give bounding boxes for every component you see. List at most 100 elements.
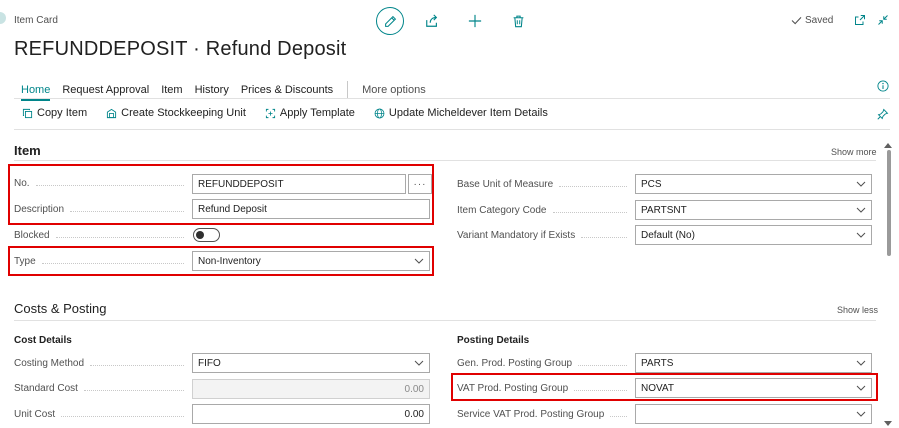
leader-dots [610,416,627,417]
leader-dots [55,237,184,238]
variant-value: Default (No) [641,229,695,241]
unit-cost-label-row: Unit Cost [14,409,190,420]
gen-prod-label: Gen. Prod. Posting Group [457,358,573,369]
share-icon [426,14,438,27]
copy-item-label: Copy Item [37,107,88,119]
category-label: Item Category Code [457,205,547,216]
chevron-down-icon [856,360,866,366]
category-value: PARTSNT [641,204,687,216]
costing-method-select[interactable]: FIFO [192,353,430,373]
page-title: REFUNDDEPOSIT · Refund Deposit [14,38,347,60]
highlight-no-description [8,164,434,225]
leader-dots [559,186,627,187]
item-section-separator [14,160,876,161]
warehouse-icon [107,108,117,118]
apply-template-label: Apply Template [279,107,355,119]
action-row: Copy Item Create Stockkeeping Unit Apply… [22,107,567,119]
chevron-down-icon [856,411,866,417]
trash-icon [513,15,523,28]
costing-method-value: FIFO [198,357,221,369]
costs-section-title: Costs & Posting [14,301,107,316]
gen-prod-value: PARTS [641,357,674,369]
highlight-vat-prod [451,373,878,401]
actions-separator [14,129,890,130]
blocked-label: Blocked [14,230,50,241]
personalize-button[interactable] [874,105,892,123]
scrollbar-thumb[interactable] [887,150,891,256]
collapse-icon [878,15,888,25]
open-new-window-icon [855,15,865,25]
service-vat-label-row: Service VAT Prod. Posting Group [457,409,633,420]
service-vat-select[interactable] [635,404,872,424]
scroll-up-arrow[interactable] [884,142,892,148]
update-item-details-button[interactable]: Update Micheldever Item Details [374,107,548,119]
leader-dots [581,237,627,238]
new-button[interactable] [466,12,484,30]
tab-prices-discounts[interactable]: Prices & Discounts [241,84,333,96]
tab-item[interactable]: Item [161,84,182,96]
toggle-knob [196,231,204,239]
unit-cost-value: 0.00 [404,408,424,420]
item-show-more-link[interactable]: Show more [831,147,877,157]
leader-dots [552,212,627,213]
scroll-down-arrow[interactable] [884,421,892,427]
base-uom-label: Base Unit of Measure [457,179,554,190]
open-new-window-button[interactable] [851,11,869,29]
pin-icon [877,108,889,120]
edit-button[interactable] [376,7,404,35]
chevron-down-icon [856,207,866,213]
chevron-down-icon [414,360,424,366]
pencil-icon [384,15,396,27]
copy-icon [22,108,33,118]
variant-label: Variant Mandatory if Exists [457,230,576,241]
item-section-title: Item [14,143,41,158]
page-caption: Item Card [14,15,58,26]
tab-request-approval[interactable]: Request Approval [62,84,149,96]
blocked-field-label-row: Blocked [14,230,190,241]
saved-label: Saved [805,15,834,26]
share-button[interactable] [423,12,441,30]
leader-dots [83,390,184,391]
apply-template-button[interactable]: Apply Template [265,107,355,119]
base-uom-label-row: Base Unit of Measure [457,179,633,190]
leader-dots [90,365,184,366]
tab-history[interactable]: History [195,84,229,96]
nav-divider [347,81,349,99]
globe-icon [374,108,385,118]
service-vat-label: Service VAT Prod. Posting Group [457,409,605,420]
nav-separator [14,98,890,99]
collapse-button[interactable] [874,11,892,29]
base-uom-select[interactable]: PCS [635,174,872,194]
costs-show-less-link[interactable]: Show less [837,305,878,315]
checkmark-icon [791,16,802,25]
leader-dots [61,416,184,417]
posting-details-heading: Posting Details [457,335,530,346]
chevron-down-icon [856,181,866,187]
gen-prod-select[interactable]: PARTS [635,353,872,373]
copy-item-button[interactable]: Copy Item [22,107,87,119]
plus-icon [468,14,482,28]
category-label-row: Item Category Code [457,205,633,216]
chevron-down-icon [856,232,866,238]
delete-button[interactable] [509,12,527,30]
standard-cost-label: Standard Cost [14,383,78,394]
highlight-type [8,246,434,276]
standard-cost-label-row: Standard Cost [14,383,190,394]
create-sku-label: Create Stockkeeping Unit [121,107,246,119]
blocked-toggle[interactable] [193,228,220,242]
saved-status: Saved [791,15,833,26]
unit-cost-input[interactable]: 0.00 [192,404,430,424]
costing-method-label: Costing Method [14,358,85,369]
unit-cost-label: Unit Cost [14,409,56,420]
standard-cost-input: 0.00 [192,379,430,399]
more-options-button[interactable]: More options [362,84,426,96]
variant-label-row: Variant Mandatory if Exists [457,230,633,241]
standard-cost-value: 0.00 [404,383,424,395]
leader-dots [578,365,627,366]
variant-select[interactable]: Default (No) [635,225,872,245]
create-stockkeeping-unit-button[interactable]: Create Stockkeeping Unit [106,107,246,119]
gen-prod-label-row: Gen. Prod. Posting Group [457,358,633,369]
info-button[interactable] [874,77,892,95]
category-select[interactable]: PARTSNT [635,200,872,220]
info-icon [877,80,889,92]
